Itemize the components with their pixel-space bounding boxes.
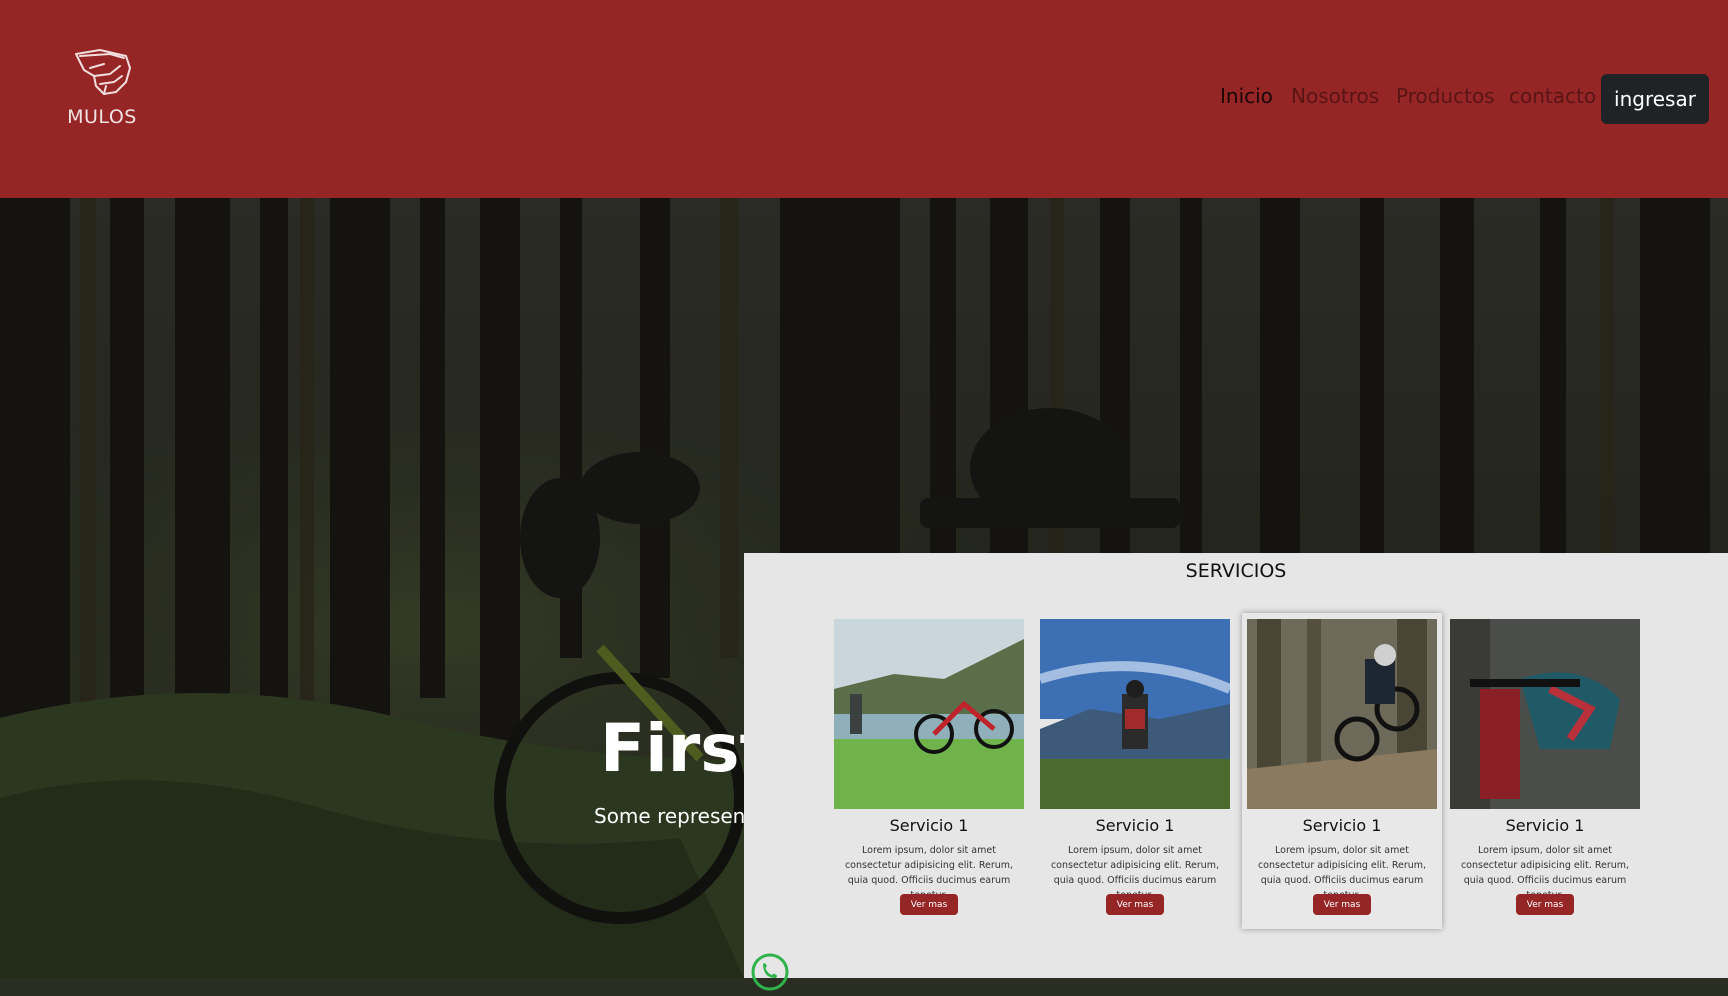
service-more-button[interactable]: Ver mas (1516, 894, 1574, 915)
service-title: Servicio 1 (889, 816, 969, 835)
nav-link-nosotros[interactable]: Nosotros (1291, 84, 1379, 108)
nav-link-productos[interactable]: Productos (1396, 84, 1495, 108)
brand-logo[interactable]: MULOS (62, 46, 142, 132)
top-navbar: MULOS Inicio Nosotros Productos contacto… (0, 0, 1728, 198)
service-more-button[interactable]: Ver mas (900, 894, 958, 915)
brand-name: MULOS (67, 106, 137, 128)
service-image (1040, 619, 1230, 809)
services-section: SERVICIOS Servicio 1 Lorem ipsum, dolor … (744, 553, 1728, 978)
service-card: Servicio 1 Lorem ipsum, dolor sit amet c… (834, 619, 1024, 925)
whatsapp-button[interactable] (750, 952, 790, 992)
service-title: Servicio 1 (1302, 816, 1382, 835)
service-image (834, 619, 1024, 809)
service-more-button[interactable]: Ver mas (1106, 894, 1164, 915)
login-button[interactable]: ingresar (1601, 74, 1709, 124)
nav-link-inicio[interactable]: Inicio (1220, 84, 1273, 108)
helmet-icon (75, 49, 131, 95)
services-heading: SERVICIOS (1185, 560, 1287, 582)
whatsapp-icon (751, 953, 789, 991)
service-card: Servicio 1 Lorem ipsum, dolor sit amet c… (1450, 619, 1640, 925)
service-title: Servicio 1 (1095, 816, 1175, 835)
service-title: Servicio 1 (1505, 816, 1585, 835)
service-image (1247, 619, 1437, 809)
service-more-button[interactable]: Ver mas (1313, 894, 1371, 915)
service-card-hover: Servicio 1 Lorem ipsum, dolor sit amet c… (1242, 613, 1442, 929)
nav-link-contacto[interactable]: contacto (1509, 84, 1596, 108)
service-card: Servicio 1 Lorem ipsum, dolor sit amet c… (1040, 619, 1230, 925)
service-image (1450, 619, 1640, 809)
